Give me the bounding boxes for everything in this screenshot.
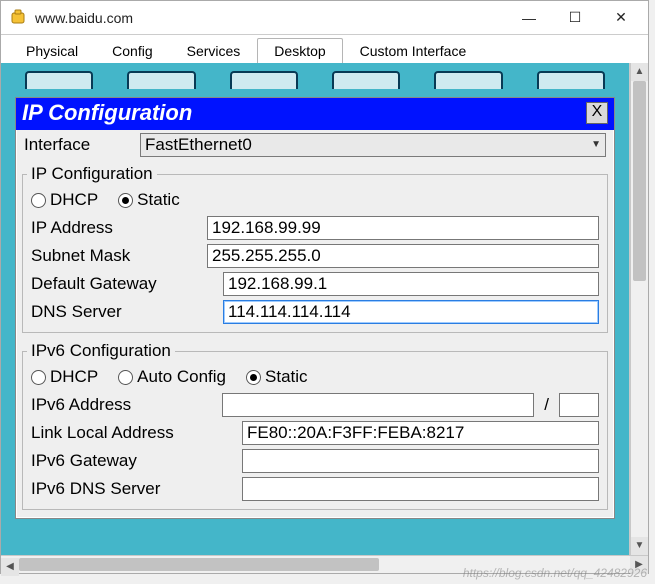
ipv6-mode-auto[interactable]: Auto Config [118, 367, 226, 387]
tab-config[interactable]: Config [95, 38, 169, 65]
ipv6-address-label: IPv6 Address [31, 395, 216, 415]
ipv6-mode-auto-label: Auto Config [137, 367, 226, 387]
ipv4-mode-static[interactable]: Static [118, 190, 180, 210]
ipv6-mode-static[interactable]: Static [246, 367, 308, 387]
ipv6-address-input[interactable] [222, 393, 534, 417]
ipv6-address-row: IPv6 Address / [27, 391, 603, 419]
ipv6-link-local-row: Link Local Address [27, 419, 603, 447]
ipv6-gateway-input[interactable] [242, 449, 599, 473]
tab-services[interactable]: Services [170, 38, 258, 65]
interface-select[interactable]: FastEthernet0 [140, 133, 606, 157]
window-maximize-button[interactable]: ☐ [552, 3, 598, 33]
subnet-mask-row: Subnet Mask [27, 242, 603, 270]
ipv6-mode-static-label: Static [265, 367, 308, 387]
app-window: www.baidu.com — ☐ ✕ Physical Config Serv… [0, 0, 649, 574]
desktop-tile[interactable] [25, 71, 93, 89]
app-favicon [9, 8, 29, 28]
ipv4-fieldset: IP Configuration DHCP Static IP Address [22, 164, 608, 333]
ipv6-gateway-row: IPv6 Gateway [27, 447, 603, 475]
window-minimize-button[interactable]: — [506, 3, 552, 33]
tab-custom-interface[interactable]: Custom Interface [343, 38, 484, 65]
interface-label: Interface [24, 135, 134, 155]
scroll-down-button[interactable]: ▼ [631, 537, 648, 555]
ip-configuration-titlebar: IP Configuration X [16, 98, 614, 130]
horizontal-scroll-thumb[interactable] [19, 558, 379, 571]
horizontal-scrollbar[interactable]: ◀ ▶ [1, 555, 648, 573]
ipv6-dns-label: IPv6 DNS Server [31, 479, 236, 499]
ip-configuration-title: IP Configuration [22, 100, 586, 126]
ip-address-row: IP Address [27, 214, 603, 242]
tabstrip: Physical Config Services Desktop Custom … [1, 35, 648, 65]
interface-row: Interface FastEthernet0 [16, 130, 614, 160]
ip-configuration-close-button[interactable]: X [586, 102, 608, 124]
ipv4-mode-static-label: Static [137, 190, 180, 210]
default-gateway-label: Default Gateway [31, 274, 217, 294]
ip-address-input[interactable] [207, 216, 599, 240]
dns-server-input[interactable] [223, 300, 599, 324]
ipv6-mode-dhcp-label: DHCP [50, 367, 98, 387]
ipv4-mode-dhcp[interactable]: DHCP [31, 190, 98, 210]
default-gateway-input[interactable] [223, 272, 599, 296]
ip-address-label: IP Address [31, 218, 201, 238]
vertical-scroll-thumb[interactable] [633, 81, 646, 281]
ipv6-legend: IPv6 Configuration [27, 341, 175, 361]
desktop-app-tiles [25, 71, 605, 93]
scroll-right-button[interactable]: ▶ [630, 556, 648, 574]
vertical-scrollbar[interactable]: ▲ ▼ [630, 63, 648, 555]
dns-server-row: DNS Server [27, 298, 603, 326]
scroll-up-button[interactable]: ▲ [631, 63, 648, 81]
radio-icon [118, 193, 133, 208]
ipv6-prefix-input[interactable] [559, 393, 599, 417]
radio-icon [31, 370, 46, 385]
ipv6-link-local-input[interactable] [242, 421, 599, 445]
subnet-mask-input[interactable] [207, 244, 599, 268]
desktop-tile[interactable] [332, 71, 400, 89]
ipv6-dns-input[interactable] [242, 477, 599, 501]
window-title: www.baidu.com [35, 10, 506, 26]
ipv6-mode-dhcp[interactable]: DHCP [31, 367, 98, 387]
desktop-tile[interactable] [127, 71, 195, 89]
titlebar: www.baidu.com — ☐ ✕ [1, 1, 648, 35]
ipv6-link-local-label: Link Local Address [31, 423, 236, 443]
desktop-tile[interactable] [434, 71, 502, 89]
subnet-mask-label: Subnet Mask [31, 246, 201, 266]
scroll-left-button[interactable]: ◀ [1, 558, 19, 576]
default-gateway-row: Default Gateway [27, 270, 603, 298]
tab-desktop[interactable]: Desktop [257, 38, 342, 65]
radio-icon [246, 370, 261, 385]
radio-icon [31, 193, 46, 208]
desktop-tile[interactable] [230, 71, 298, 89]
ipv4-legend: IP Configuration [27, 164, 157, 184]
dns-server-label: DNS Server [31, 302, 217, 322]
interface-selected-value: FastEthernet0 [145, 135, 252, 155]
ipv4-mode-dhcp-label: DHCP [50, 190, 98, 210]
tab-physical[interactable]: Physical [9, 38, 95, 65]
window-close-button[interactable]: ✕ [598, 3, 644, 33]
desktop-background: IP Configuration X Interface FastEtherne… [1, 63, 629, 555]
ipv6-dns-row: IPv6 DNS Server [27, 475, 603, 503]
ipv6-prefix-separator: / [540, 395, 553, 415]
ipv6-fieldset: IPv6 Configuration DHCP Auto Config S [22, 341, 608, 510]
ipv6-gateway-label: IPv6 Gateway [31, 451, 236, 471]
ipv4-mode-row: DHCP Static [27, 188, 603, 214]
desktop-tile[interactable] [537, 71, 605, 89]
ip-configuration-window: IP Configuration X Interface FastEtherne… [15, 97, 615, 519]
radio-icon [118, 370, 133, 385]
ipv6-mode-row: DHCP Auto Config Static [27, 365, 603, 391]
content-area: IP Configuration X Interface FastEtherne… [1, 63, 630, 555]
